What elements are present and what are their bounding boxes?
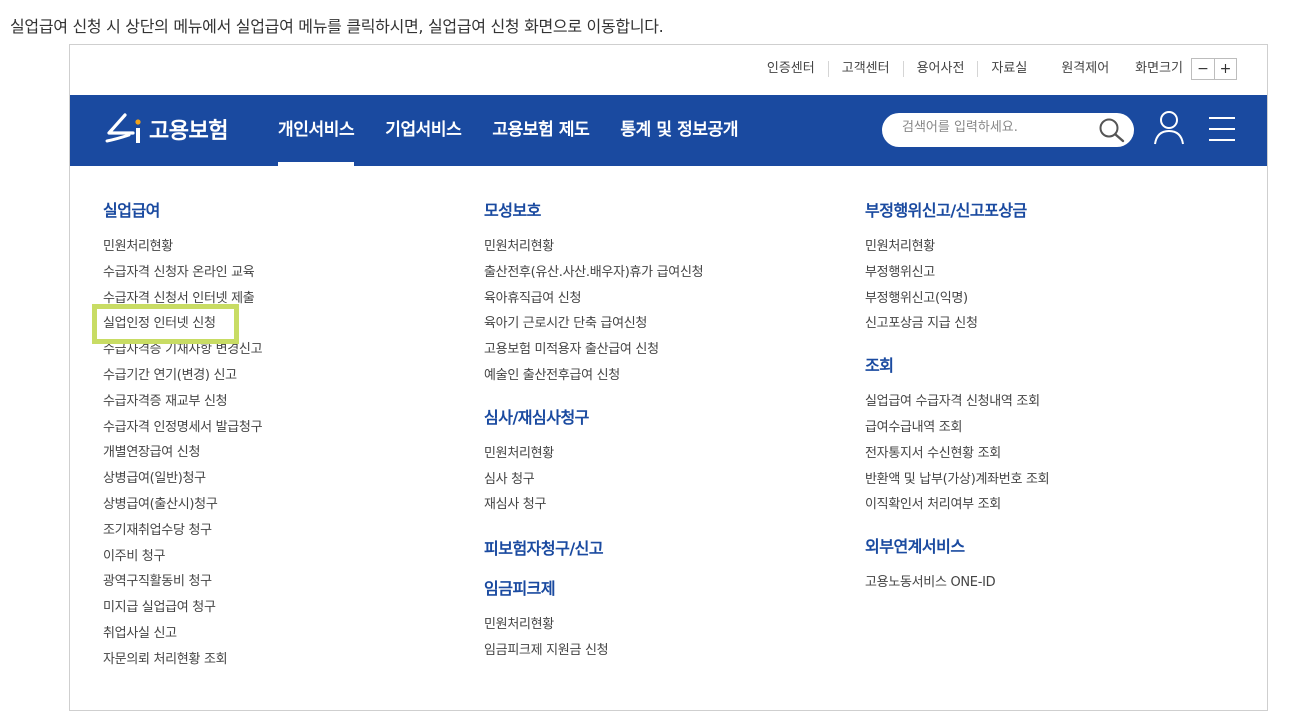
- zoom-out-button[interactable]: −: [1192, 59, 1214, 79]
- menu-link[interactable]: 부정행위신고(익명): [865, 286, 1049, 312]
- section-list: 민원처리현황 임금피크제 지원금 신청: [484, 612, 703, 664]
- menu-link[interactable]: 수급자격 인정명세서 발급청구: [103, 415, 263, 441]
- zoom-control: − +: [1191, 58, 1237, 80]
- section-title[interactable]: 모성보호: [484, 200, 703, 222]
- site-logo[interactable]: 고용보험: [103, 111, 228, 147]
- menu-link[interactable]: 수급자격 신청자 온라인 교육: [103, 260, 262, 286]
- menu-link[interactable]: 민원처리현황: [484, 612, 703, 638]
- section-list: 민원처리현황 출산전후(유산.사산.배우자)휴가 급여신청 육아휴직급여 신청 …: [484, 234, 704, 389]
- menu-link[interactable]: 상병급여(일반)청구: [103, 466, 262, 492]
- section-title[interactable]: 조회: [865, 355, 1049, 377]
- section-list: 민원처리현황 심사 청구 재심사 청구: [484, 441, 703, 518]
- section-fraud-report: 부정행위신고/신고포상금 민원처리현황 부정행위신고 부정행위신고(익명) 신고…: [865, 200, 1049, 337]
- menu-link[interactable]: 개별연장급여 신청: [103, 440, 262, 466]
- menu-link[interactable]: 미지급 실업급여 청구: [103, 595, 262, 621]
- menu-link[interactable]: 수급기간 연기(변경) 신고: [103, 363, 262, 389]
- menu-link[interactable]: 민원처리현황: [484, 441, 703, 467]
- menu-link[interactable]: 재심사 청구: [484, 492, 703, 518]
- logo-text: 고용보험: [149, 119, 228, 144]
- menu-link[interactable]: 예술인 출산전후급여 신청: [484, 363, 703, 389]
- menu-link[interactable]: 이직확인서 처리여부 조회: [865, 492, 1049, 518]
- search-icon[interactable]: [1098, 117, 1126, 147]
- menu-link[interactable]: 민원처리현황: [865, 234, 1049, 260]
- section-title[interactable]: 실업급여: [103, 200, 262, 222]
- logo-mark-icon: [103, 111, 145, 147]
- menu-hamburger-icon[interactable]: [1208, 116, 1236, 146]
- search-input[interactable]: [902, 120, 1092, 135]
- menu-personal-service[interactable]: 개인서비스: [278, 95, 355, 166]
- util-link-remote-control[interactable]: 원격제어: [1048, 61, 1122, 77]
- menu-link[interactable]: 취업사실 신고: [103, 621, 262, 647]
- menu-link[interactable]: 육아기 근로시간 단축 급여신청: [484, 311, 703, 337]
- menu-statistics[interactable]: 통계 및 정보공개: [620, 95, 738, 166]
- section-wage-peak: 임금피크제 민원처리현황 임금피크제 지원금 신청: [484, 578, 703, 664]
- section-list: 민원처리현황 수급자격 신청자 온라인 교육 수급자격 신청서 인터넷 제출 실…: [103, 234, 263, 673]
- section-external-services: 외부연계서비스 고용노동서비스 ONE-ID: [865, 536, 1049, 596]
- section-list: 민원처리현황 부정행위신고 부정행위신고(익명) 신고포상금 지급 신청: [865, 234, 1049, 337]
- section-inquiry: 조회 실업급여 수급자격 신청내역 조회 급여수급내역 조회 전자통지서 수신현…: [865, 355, 1050, 518]
- menu-link[interactable]: 민원처리현황: [484, 234, 703, 260]
- menu-link[interactable]: 이주비 청구: [103, 544, 262, 570]
- section-review-request: 심사/재심사청구 민원처리현황 심사 청구 재심사 청구: [484, 407, 703, 518]
- user-icon[interactable]: [1153, 110, 1185, 150]
- menu-link[interactable]: 급여수급내역 조회: [865, 415, 1049, 441]
- mega-column-1: 실업급여 민원처리현황 수급자격 신청자 온라인 교육 수급자격 신청서 인터넷…: [103, 200, 263, 673]
- section-title[interactable]: 임금피크제: [484, 578, 703, 600]
- menu-link[interactable]: 전자통지서 수신현황 조회: [865, 441, 1049, 467]
- website-screenshot: 인증센터 고객센터 용어사전 자료실 원격제어 화면크기 − + 고용보험 개인…: [69, 44, 1268, 711]
- section-list: 실업급여 수급자격 신청내역 조회 급여수급내역 조회 전자통지서 수신현황 조…: [865, 389, 1050, 518]
- menu-insurance-system[interactable]: 고용보험 제도: [492, 95, 589, 166]
- menu-link[interactable]: 상병급여(출산시)청구: [103, 492, 262, 518]
- menu-link[interactable]: 고용보험 미적용자 출산급여 신청: [484, 337, 703, 363]
- screen-size-label: 화면크기: [1135, 61, 1183, 76]
- util-link-glossary[interactable]: 용어사전: [902, 61, 978, 77]
- instruction-caption: 실업급여 신청 시 상단의 메뉴에서 실업급여 메뉴를 클릭하시면, 실업급여 …: [10, 17, 664, 36]
- utility-bar: 인증센터 고객센터 용어사전 자료실 원격제어 화면크기 − +: [754, 58, 1237, 80]
- menu-link[interactable]: 자문의뢰 처리현황 조회: [103, 647, 262, 673]
- mega-column-3: 부정행위신고/신고포상금 민원처리현황 부정행위신고 부정행위신고(익명) 신고…: [865, 200, 1050, 596]
- search-box: [882, 113, 1134, 147]
- mega-column-2: 모성보호 민원처리현황 출산전후(유산.사산.배우자)휴가 급여신청 육아휴직급…: [484, 200, 704, 664]
- menu-link-unemployment-recognition[interactable]: 실업인정 인터넷 신청: [103, 311, 262, 337]
- util-link-certification[interactable]: 인증센터: [754, 61, 828, 77]
- menu-link[interactable]: 출산전후(유산.사산.배우자)휴가 급여신청: [484, 260, 704, 286]
- util-link-customer-center[interactable]: 고객센터: [827, 61, 903, 77]
- menu-link[interactable]: 임금피크제 지원금 신청: [484, 638, 703, 664]
- section-list: 고용노동서비스 ONE-ID: [865, 570, 1049, 596]
- menu-link[interactable]: 부정행위신고: [865, 260, 1049, 286]
- menu-link[interactable]: 광역구직활동비 청구: [103, 569, 262, 595]
- main-navigation: 고용보험 개인서비스 기업서비스 고용보험 제도 통계 및 정보공개: [70, 95, 1267, 166]
- menu-link[interactable]: 신고포상금 지급 신청: [865, 311, 1049, 337]
- zoom-in-button[interactable]: +: [1214, 59, 1236, 79]
- section-title[interactable]: 피보험자청구/신고: [484, 538, 703, 560]
- menu-link[interactable]: 심사 청구: [484, 467, 703, 493]
- menu-link[interactable]: 반환액 및 납부(가상)계좌번호 조회: [865, 467, 1050, 493]
- section-title[interactable]: 심사/재심사청구: [484, 407, 703, 429]
- menu-link[interactable]: 조기재취업수당 청구: [103, 518, 262, 544]
- menu-link[interactable]: 수급자격증 기재사항 변경신고: [103, 337, 263, 363]
- menu-link[interactable]: 수급자격 신청서 인터넷 제출: [103, 286, 262, 312]
- menu-link[interactable]: 실업급여 수급자격 신청내역 조회: [865, 389, 1049, 415]
- section-insured-claim: 피보험자청구/신고: [484, 538, 703, 560]
- menu-link[interactable]: 고용노동서비스 ONE-ID: [865, 570, 1049, 596]
- menu-link[interactable]: 민원처리현황: [103, 234, 262, 260]
- section-maternity-protection: 모성보호 민원처리현황 출산전후(유산.사산.배우자)휴가 급여신청 육아휴직급…: [484, 200, 704, 389]
- section-title[interactable]: 외부연계서비스: [865, 536, 1049, 558]
- menu-link[interactable]: 육아휴직급여 신청: [484, 286, 703, 312]
- util-link-library[interactable]: 자료실: [977, 61, 1040, 77]
- menu-corporate-service[interactable]: 기업서비스: [385, 95, 462, 166]
- section-title[interactable]: 부정행위신고/신고포상금: [865, 200, 1049, 222]
- menu-link[interactable]: 수급자격증 재교부 신청: [103, 389, 262, 415]
- gnb-menu: 개인서비스 기업서비스 고용보험 제도 통계 및 정보공개: [278, 95, 769, 166]
- section-unemployment-benefit: 실업급여 민원처리현황 수급자격 신청자 온라인 교육 수급자격 신청서 인터넷…: [103, 200, 263, 673]
